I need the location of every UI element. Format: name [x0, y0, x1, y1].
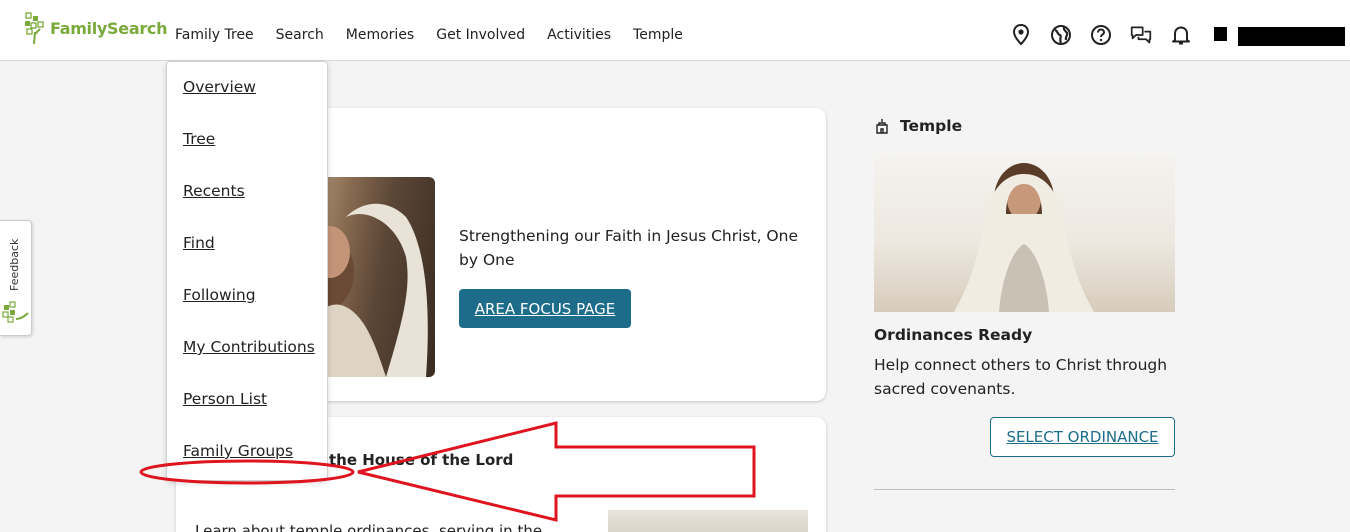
nav-activities[interactable]: Activities — [547, 27, 611, 43]
menu-item-recents[interactable]: Recents — [183, 182, 245, 200]
nav-memories[interactable]: Memories — [346, 27, 414, 43]
nav-family-tree[interactable]: Family Tree — [175, 27, 254, 43]
menu-item-find[interactable]: Find — [183, 234, 215, 252]
area-focus-page-button[interactable]: AREA FOCUS PAGE — [459, 289, 631, 328]
feedback-label: Feedback — [8, 238, 21, 291]
help-icon[interactable] — [1090, 24, 1112, 46]
menu-item-person-list[interactable]: Person List — [183, 390, 267, 408]
avatar[interactable] — [1214, 27, 1227, 41]
brand-name: FamilySearch — [50, 18, 168, 38]
card-description: Learn about temple ordinances, serving i… — [195, 522, 543, 532]
tree-logo-icon — [25, 12, 44, 44]
family-tree-dropdown: Overview Tree Recents Find Following My … — [166, 61, 328, 481]
nav-temple[interactable]: Temple — [633, 27, 683, 43]
section-divider — [874, 489, 1175, 490]
temple-icon — [876, 119, 888, 134]
main-nav: Family Tree Search Memories Get Involved… — [175, 27, 705, 43]
redacted-user-name[interactable] — [1238, 27, 1345, 46]
select-ordinance-button[interactable]: SELECT ORDINANCE — [990, 417, 1175, 457]
card-title: the House of the Lord — [329, 451, 514, 469]
temple-title: Temple — [900, 117, 963, 135]
menu-item-my-contributions[interactable]: My Contributions — [183, 338, 315, 356]
globe-icon[interactable] — [1050, 24, 1072, 46]
feedback-tab[interactable]: Feedback — [0, 220, 32, 336]
nav-get-involved[interactable]: Get Involved — [436, 27, 525, 43]
menu-item-family-groups[interactable]: Family Groups — [183, 442, 293, 460]
nav-search[interactable]: Search — [276, 27, 324, 43]
familysearch-logo[interactable]: FamilySearch — [24, 12, 168, 44]
bell-icon[interactable] — [1170, 24, 1192, 46]
ordinances-ready-title: Ordinances Ready — [874, 326, 1033, 344]
menu-item-tree[interactable]: Tree — [183, 130, 215, 148]
menu-item-overview[interactable]: Overview — [183, 78, 256, 96]
chat-icon[interactable] — [1130, 24, 1152, 46]
tree-logo-icon — [2, 301, 29, 323]
card-description: Strengthening our Faith in Jesus Christ,… — [459, 227, 798, 269]
temple-image — [608, 510, 808, 532]
temple-section-header: Temple — [874, 117, 962, 135]
header-icons — [1010, 24, 1210, 46]
top-header: FamilySearch Family Tree Search Memories… — [0, 0, 1350, 61]
menu-item-following[interactable]: Following — [183, 286, 256, 304]
ordinances-description: Help connect others to Christ through sa… — [874, 356, 1168, 398]
jesus-christ-image — [874, 154, 1175, 312]
location-pin-icon[interactable] — [1010, 24, 1032, 46]
